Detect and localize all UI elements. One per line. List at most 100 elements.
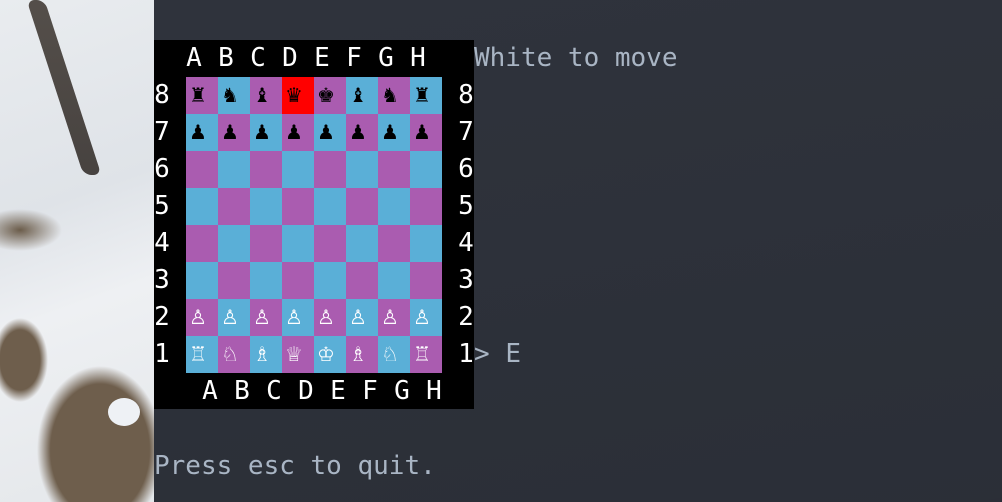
square-g5[interactable]	[378, 188, 410, 225]
white-pawn-icon[interactable]: ♙	[282, 299, 303, 336]
square-f4[interactable]	[346, 225, 378, 262]
square-d6[interactable]	[282, 151, 314, 188]
square-h7[interactable]: ♟	[410, 114, 442, 151]
square-h5[interactable]	[410, 188, 442, 225]
square-g8[interactable]: ♞	[378, 77, 410, 114]
square-d2[interactable]: ♙	[282, 299, 314, 336]
black-pawn-icon[interactable]: ♟	[282, 114, 303, 151]
white-pawn-icon[interactable]: ♙	[314, 299, 335, 336]
white-bishop-icon[interactable]: ♗	[250, 336, 271, 373]
square-c7[interactable]: ♟	[250, 114, 282, 151]
white-knight-icon[interactable]: ♘	[378, 336, 399, 373]
square-c3[interactable]	[250, 262, 282, 299]
black-pawn-icon[interactable]: ♟	[378, 114, 399, 151]
black-rook-icon[interactable]: ♜	[186, 77, 207, 114]
square-a3[interactable]	[186, 262, 218, 299]
square-f1[interactable]: ♗	[346, 336, 378, 373]
square-d8[interactable]: ♛	[282, 77, 314, 114]
square-b6[interactable]	[218, 151, 250, 188]
terminal-window[interactable]: A B C D E F G H A B C D E F G H 8 8 ♜ ♞ ♝ ♛ ♚ ♝ ♞ ♜ 7 7 ♟ ♟ ♟ ♟ ♟ ♟ ♟ ♟ 6 6 5 5…	[154, 0, 1002, 502]
square-e5[interactable]	[314, 188, 346, 225]
black-rook-icon[interactable]: ♜	[410, 77, 431, 114]
square-b4[interactable]	[218, 225, 250, 262]
square-g7[interactable]: ♟	[378, 114, 410, 151]
square-b8[interactable]: ♞	[218, 77, 250, 114]
square-a5[interactable]	[186, 188, 218, 225]
square-f7[interactable]: ♟	[346, 114, 378, 151]
white-king-icon[interactable]: ♔	[314, 336, 335, 373]
square-a1[interactable]: ♖	[186, 336, 218, 373]
square-d4[interactable]	[282, 225, 314, 262]
square-d1[interactable]: ♕	[282, 336, 314, 373]
command-prompt[interactable]: > E	[474, 336, 521, 373]
square-e1[interactable]: ♔	[314, 336, 346, 373]
black-pawn-icon[interactable]: ♟	[346, 114, 367, 151]
black-pawn-icon[interactable]: ♟	[250, 114, 271, 151]
square-e6[interactable]	[314, 151, 346, 188]
square-c4[interactable]	[250, 225, 282, 262]
black-bishop-icon[interactable]: ♝	[346, 77, 367, 114]
square-b5[interactable]	[218, 188, 250, 225]
square-f6[interactable]	[346, 151, 378, 188]
black-king-icon[interactable]: ♚	[314, 77, 335, 114]
prompt-input[interactable]: E	[505, 339, 521, 369]
square-a4[interactable]	[186, 225, 218, 262]
white-pawn-icon[interactable]: ♙	[218, 299, 239, 336]
square-g3[interactable]	[378, 262, 410, 299]
black-pawn-icon[interactable]: ♟	[314, 114, 335, 151]
square-h8[interactable]: ♜	[410, 77, 442, 114]
white-pawn-icon[interactable]: ♙	[186, 299, 207, 336]
black-bishop-icon[interactable]: ♝	[250, 77, 271, 114]
square-b1[interactable]: ♘	[218, 336, 250, 373]
square-h4[interactable]	[410, 225, 442, 262]
square-e3[interactable]	[314, 262, 346, 299]
square-h3[interactable]	[410, 262, 442, 299]
white-pawn-icon[interactable]: ♙	[378, 299, 399, 336]
square-f2[interactable]: ♙	[346, 299, 378, 336]
black-pawn-icon[interactable]: ♟	[186, 114, 207, 151]
white-pawn-icon[interactable]: ♙	[250, 299, 271, 336]
square-f8[interactable]: ♝	[346, 77, 378, 114]
black-pawn-icon[interactable]: ♟	[218, 114, 239, 151]
square-f3[interactable]	[346, 262, 378, 299]
square-c8[interactable]: ♝	[250, 77, 282, 114]
square-d3[interactable]	[282, 262, 314, 299]
square-g2[interactable]: ♙	[378, 299, 410, 336]
square-g6[interactable]	[378, 151, 410, 188]
black-queen-icon[interactable]: ♛	[282, 77, 303, 114]
square-e7[interactable]: ♟	[314, 114, 346, 151]
square-e2[interactable]: ♙	[314, 299, 346, 336]
square-d7[interactable]: ♟	[282, 114, 314, 151]
square-d5[interactable]	[282, 188, 314, 225]
chess-board[interactable]: A B C D E F G H A B C D E F G H 8 8 ♜ ♞ ♝ ♛ ♚ ♝ ♞ ♜ 7 7 ♟ ♟ ♟ ♟ ♟ ♟ ♟ ♟ 6 6 5 5…	[154, 40, 474, 409]
square-c1[interactable]: ♗	[250, 336, 282, 373]
square-a8[interactable]: ♜	[186, 77, 218, 114]
square-b3[interactable]	[218, 262, 250, 299]
square-e4[interactable]	[314, 225, 346, 262]
white-rook-icon[interactable]: ♖	[186, 336, 207, 373]
square-f5[interactable]	[346, 188, 378, 225]
square-h1[interactable]: ♖	[410, 336, 442, 373]
square-h2[interactable]: ♙	[410, 299, 442, 336]
square-g4[interactable]	[378, 225, 410, 262]
square-a2[interactable]: ♙	[186, 299, 218, 336]
square-c6[interactable]	[250, 151, 282, 188]
white-pawn-icon[interactable]: ♙	[346, 299, 367, 336]
square-b2[interactable]: ♙	[218, 299, 250, 336]
square-c5[interactable]	[250, 188, 282, 225]
square-h6[interactable]	[410, 151, 442, 188]
square-a6[interactable]	[186, 151, 218, 188]
white-knight-icon[interactable]: ♘	[218, 336, 239, 373]
square-a7[interactable]: ♟	[186, 114, 218, 151]
square-c2[interactable]: ♙	[250, 299, 282, 336]
square-g1[interactable]: ♘	[378, 336, 410, 373]
white-pawn-icon[interactable]: ♙	[410, 299, 431, 336]
white-bishop-icon[interactable]: ♗	[346, 336, 367, 373]
square-b7[interactable]: ♟	[218, 114, 250, 151]
white-queen-icon[interactable]: ♕	[282, 336, 303, 373]
square-e8[interactable]: ♚	[314, 77, 346, 114]
white-rook-icon[interactable]: ♖	[410, 336, 431, 373]
black-knight-icon[interactable]: ♞	[378, 77, 399, 114]
black-knight-icon[interactable]: ♞	[218, 77, 239, 114]
black-pawn-icon[interactable]: ♟	[410, 114, 431, 151]
